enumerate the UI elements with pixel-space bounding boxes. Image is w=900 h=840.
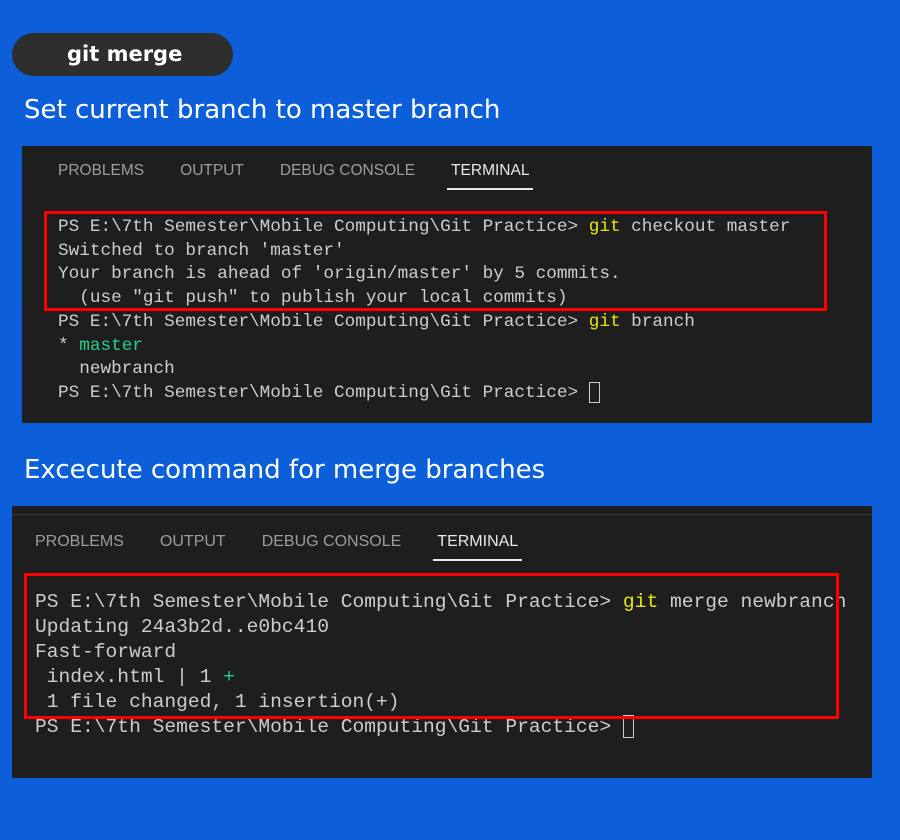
panel-divider	[12, 514, 872, 515]
terminal-text: *	[58, 335, 80, 356]
terminal-line: newbranch	[58, 358, 790, 382]
section1-heading: Set current branch to master branch	[24, 95, 501, 125]
terminal-panel-2: PROBLEMS OUTPUT DEBUG CONSOLE TERMINAL P…	[12, 506, 872, 778]
terminal-text: master	[79, 335, 143, 356]
terminal-text: git	[588, 311, 621, 332]
tab-debug-console[interactable]: DEBUG CONSOLE	[262, 533, 402, 551]
terminal-cursor	[588, 381, 600, 403]
terminal-text: PS E:\7th Semester\Mobile Computing\Git …	[58, 383, 589, 404]
title-badge: git merge	[12, 33, 233, 76]
tab-problems[interactable]: PROBLEMS	[35, 533, 124, 551]
terminal-text: PS E:\7th Semester\Mobile Computing\Git …	[35, 716, 623, 738]
tab-output[interactable]: OUTPUT	[180, 162, 244, 180]
highlight-box	[44, 211, 827, 311]
highlight-box	[24, 573, 839, 719]
tab-debug-console[interactable]: DEBUG CONSOLE	[280, 162, 415, 180]
panel-tabs: PROBLEMS OUTPUT DEBUG CONSOLE TERMINAL	[58, 162, 565, 190]
section2-heading: Excecute command for merge branches	[24, 455, 546, 485]
panel-tabs: PROBLEMS OUTPUT DEBUG CONSOLE TERMINAL	[35, 533, 554, 561]
terminal-panel-1: PROBLEMS OUTPUT DEBUG CONSOLE TERMINAL P…	[22, 146, 872, 423]
terminal-text: PS E:\7th Semester\Mobile Computing\Git …	[58, 311, 589, 332]
tab-terminal[interactable]: TERMINAL	[433, 533, 523, 561]
terminal-line: PS E:\7th Semester\Mobile Computing\Git …	[58, 311, 790, 335]
terminal-text: branch	[620, 311, 695, 332]
terminal-text: newbranch	[58, 359, 175, 380]
tab-output[interactable]: OUTPUT	[160, 533, 226, 551]
terminal-line: PS E:\7th Semester\Mobile Computing\Git …	[58, 381, 790, 406]
tab-terminal[interactable]: TERMINAL	[447, 162, 534, 190]
terminal-line: * master	[58, 335, 790, 359]
tab-problems[interactable]: PROBLEMS	[58, 162, 144, 180]
